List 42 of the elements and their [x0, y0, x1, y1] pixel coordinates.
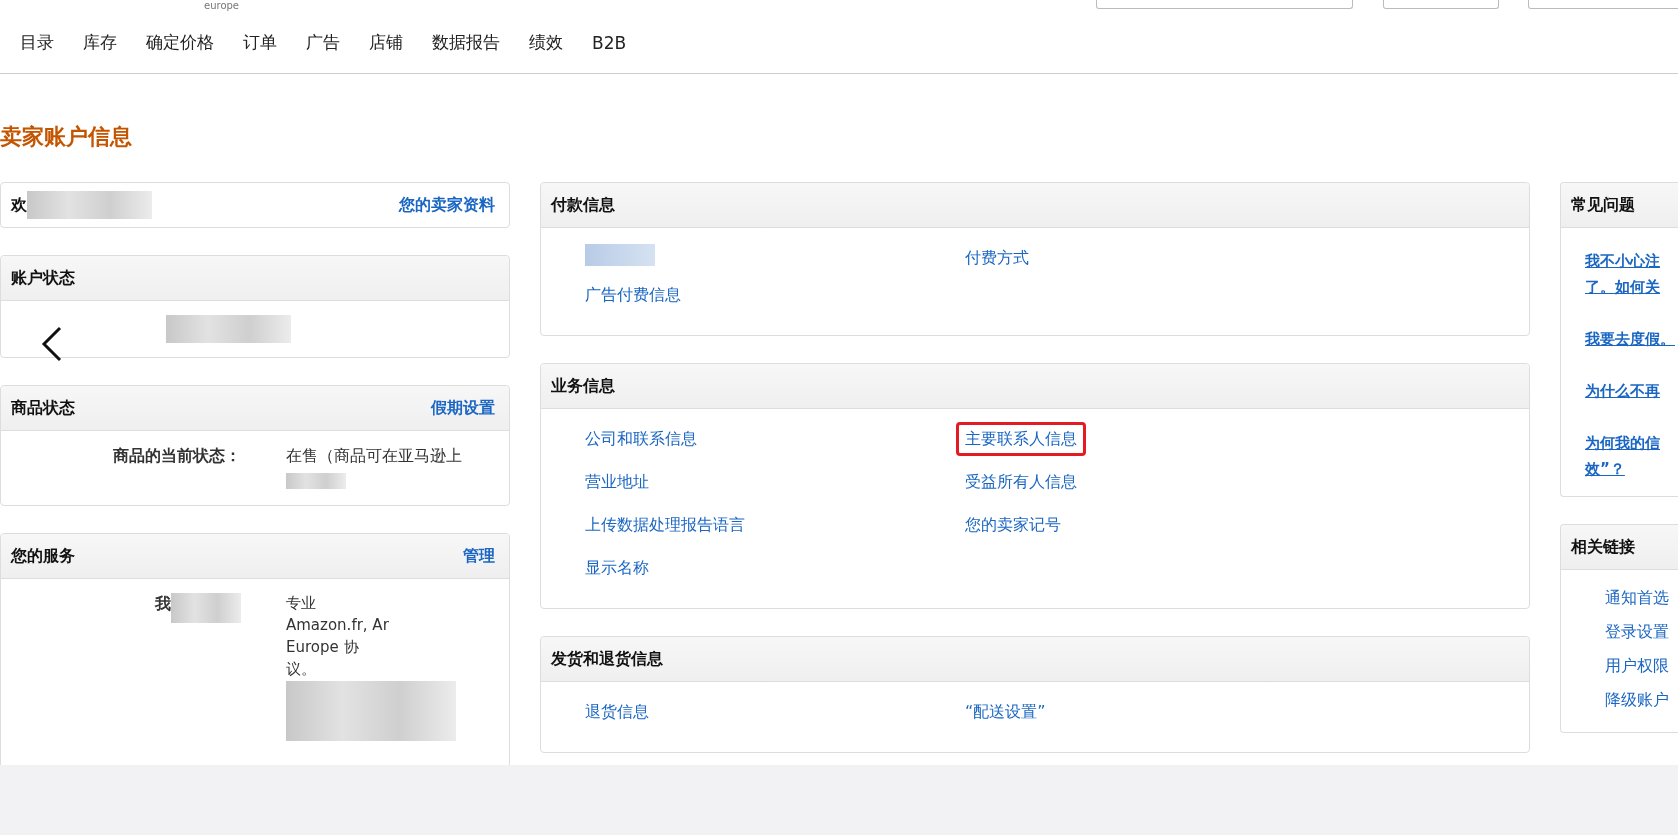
related-link[interactable]: 降级账户 [1605, 688, 1678, 712]
nav-tab[interactable]: 确定价格 [146, 31, 214, 54]
faq-link[interactable]: 为什么不再 [1585, 378, 1678, 404]
nav-tab[interactable]: B2B [592, 32, 627, 53]
card-title: 账户状态 [11, 267, 75, 289]
card-title: 付款信息 [551, 194, 615, 216]
nav-tab[interactable]: 数据报告 [432, 31, 500, 54]
service-text: 议。 [286, 659, 316, 679]
info-link[interactable]: 主要联系人信息 [956, 422, 1086, 456]
logo-text: europe [204, 0, 239, 11]
faq-link[interactable]: 为何我的信 效”？ [1585, 430, 1678, 482]
card-title: 商品状态 [11, 397, 75, 419]
card-title: 常见问题 [1571, 194, 1635, 216]
service-label: 我 [155, 593, 171, 615]
related-link[interactable]: 通知首选 [1605, 586, 1678, 610]
card-title: 相关链接 [1571, 536, 1635, 558]
redacted-blur [171, 593, 241, 623]
nav-tab[interactable]: 绩效 [529, 31, 563, 54]
status-label: 商品的当前状态： [112, 445, 241, 467]
nav-tab[interactable]: 广告 [306, 31, 340, 54]
seller-profile-link[interactable]: 您的卖家资料 [399, 194, 495, 216]
service-text: Europe 协 [286, 637, 359, 657]
redacted-blur [286, 473, 346, 489]
card-title: 发货和退货信息 [551, 648, 663, 670]
vacation-settings-link[interactable]: 假期设置 [431, 397, 495, 419]
service-text: Amazon.fr, Ar [286, 615, 389, 635]
nav-tab[interactable]: 库存 [83, 31, 117, 54]
service-text: 专业 [286, 593, 316, 613]
nav-tab[interactable]: 目录 [20, 31, 54, 54]
nav-tab[interactable]: 订单 [243, 31, 277, 54]
nav-tab[interactable]: 店铺 [369, 31, 403, 54]
status-value: 在售（商品可在亚马逊上 [286, 445, 462, 467]
welcome-text: 欢 [11, 194, 27, 216]
faq-link[interactable]: 我不小心注 了。如何关 [1585, 248, 1678, 300]
card-title: 业务信息 [551, 375, 615, 397]
manage-link[interactable]: 管理 [463, 545, 495, 567]
related-link[interactable]: 登录设置 [1605, 620, 1678, 644]
chevron-left-icon[interactable] [41, 326, 63, 362]
faq-link[interactable]: 我要去度假。 [1585, 326, 1678, 352]
card-title: 您的服务 [11, 545, 75, 567]
page-title: 卖家账户信息 [0, 123, 133, 151]
related-link[interactable]: 用户权限 [1605, 654, 1678, 678]
